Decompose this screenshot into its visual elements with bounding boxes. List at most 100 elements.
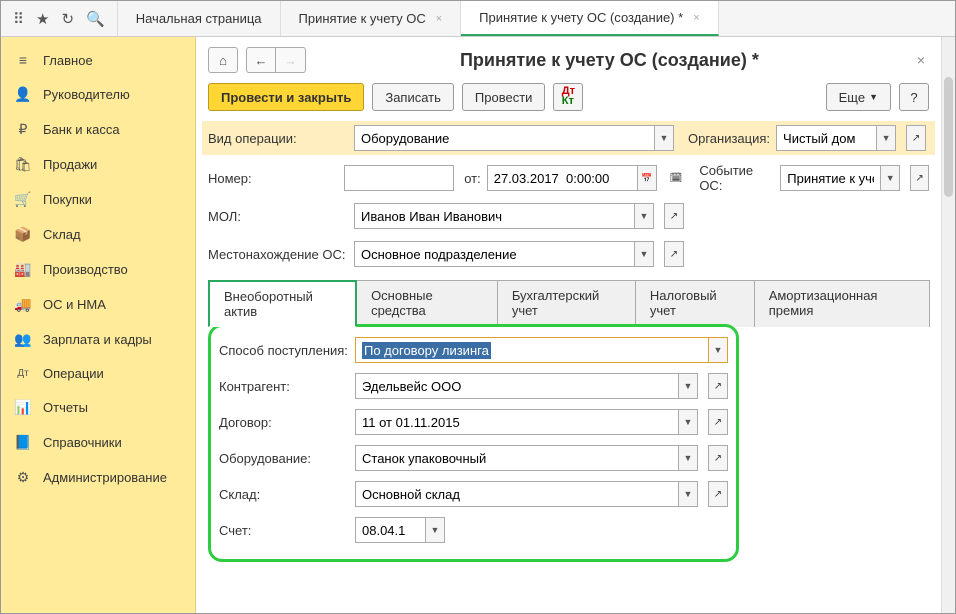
document-tabs: Начальная страница Принятие к учету ОС× …	[118, 1, 955, 36]
method-input[interactable]: По договору лизинга	[355, 337, 708, 363]
warehouse-input[interactable]	[355, 481, 678, 507]
sidebar-item-admin[interactable]: ⚙Администрирование	[1, 460, 195, 495]
vertical-scrollbar[interactable]	[941, 37, 955, 613]
sidebar: ≡Главное 👤Руководителю ₽Банк и касса 🛍Пр…	[1, 37, 196, 613]
open-ref-button[interactable]: ↗	[708, 373, 728, 399]
counterparty-label: Контрагент:	[219, 379, 349, 394]
sidebar-item-payroll[interactable]: 👥Зарплата и кадры	[1, 322, 195, 357]
mol-input[interactable]	[354, 203, 634, 229]
dropdown-icon[interactable]: ▼	[880, 165, 900, 191]
dropdown-icon[interactable]: ▼	[876, 125, 896, 151]
post-and-close-button[interactable]: Провести и закрыть	[208, 83, 364, 111]
gear-icon: ⚙	[15, 469, 31, 486]
help-button[interactable]: ?	[899, 83, 929, 111]
operation-type-label: Вид операции:	[208, 131, 348, 146]
dropdown-icon[interactable]: ▼	[678, 409, 698, 435]
close-icon[interactable]: ×	[436, 13, 442, 25]
dropdown-icon[interactable]: ▼	[634, 241, 654, 267]
organization-input[interactable]	[776, 125, 876, 151]
dropdown-icon[interactable]: ▼	[678, 481, 698, 507]
operation-type-input[interactable]	[354, 125, 654, 151]
open-ref-button[interactable]: ↗	[708, 445, 728, 471]
open-ref-button[interactable]: ↗	[708, 481, 728, 507]
warehouse-label: Склад:	[219, 487, 349, 502]
contract-input[interactable]	[355, 409, 678, 435]
location-label: Местонахождение ОС:	[208, 247, 348, 262]
number-input[interactable]	[344, 165, 454, 191]
dtkt-icon: Дт	[15, 368, 31, 379]
bag-icon: 🛍	[15, 156, 31, 173]
scrollbar-thumb[interactable]	[944, 77, 953, 197]
tab-noncurrent-asset[interactable]: Внеоборотный актив	[208, 280, 357, 327]
post-button[interactable]: Провести	[462, 83, 546, 111]
sidebar-item-catalogs[interactable]: 📘Справочники	[1, 425, 195, 460]
open-ref-button[interactable]: ↗	[664, 203, 684, 229]
dropdown-icon[interactable]: ▼	[678, 445, 698, 471]
save-button[interactable]: Записать	[372, 83, 454, 111]
dropdown-icon[interactable]: ▼	[708, 337, 728, 363]
location-input[interactable]	[354, 241, 634, 267]
from-label: от:	[464, 171, 481, 186]
sidebar-item-purchases[interactable]: 🛒Покупки	[1, 182, 195, 217]
account-input[interactable]	[355, 517, 425, 543]
apps-icon[interactable]: ⠿	[13, 10, 24, 28]
more-button[interactable]: Еще ▼	[826, 83, 891, 111]
number-label: Номер:	[208, 171, 338, 186]
tab-accounting[interactable]: Бухгалтерский учет	[497, 280, 636, 327]
organization-label: Организация:	[688, 131, 770, 146]
top-bar: ⠿ ★ ↻ 🔍 Начальная страница Принятие к уч…	[1, 1, 955, 37]
open-ref-button[interactable]: ↗	[708, 409, 728, 435]
calendar-extra-icon[interactable]: 🗓	[667, 165, 686, 191]
tab-fixed-assets[interactable]: Основные средства	[356, 280, 498, 327]
search-icon[interactable]: 🔍	[86, 10, 105, 28]
close-icon[interactable]: ×	[693, 12, 699, 24]
sidebar-item-main[interactable]: ≡Главное	[1, 43, 195, 77]
toolbar-icons: ⠿ ★ ↻ 🔍	[1, 1, 118, 36]
sidebar-item-production[interactable]: 🏭Производство	[1, 252, 195, 287]
dropdown-icon[interactable]: ▼	[634, 203, 654, 229]
cart-icon: 🛒	[15, 191, 31, 208]
back-button[interactable]: ←	[246, 47, 276, 73]
home-button[interactable]: ⌂	[208, 47, 238, 73]
chevron-down-icon: ▼	[869, 92, 878, 102]
equipment-input[interactable]	[355, 445, 678, 471]
star-icon[interactable]: ★	[36, 10, 49, 28]
tab-tax[interactable]: Налоговый учет	[635, 280, 755, 327]
sidebar-item-operations[interactable]: ДтОперации	[1, 357, 195, 390]
factory-icon: 🏭	[15, 261, 31, 278]
open-ref-button[interactable]: ↗	[664, 241, 684, 267]
calendar-icon[interactable]: 📅	[637, 165, 657, 191]
close-page-button[interactable]: ×	[913, 52, 929, 68]
chart-icon: 📊	[15, 399, 31, 416]
open-ref-button[interactable]: ↗	[906, 125, 926, 151]
sidebar-item-warehouse[interactable]: 📦Склад	[1, 217, 195, 252]
account-label: Счет:	[219, 523, 349, 538]
tab-doc-2-active[interactable]: Принятие к учету ОС (создание) *×	[461, 1, 718, 36]
dropdown-icon[interactable]: ▼	[654, 125, 674, 151]
history-icon[interactable]: ↻	[61, 10, 74, 28]
truck-icon: 🚚	[15, 296, 31, 313]
event-os-input[interactable]	[780, 165, 880, 191]
sidebar-item-reports[interactable]: 📊Отчеты	[1, 390, 195, 425]
sidebar-item-bank[interactable]: ₽Банк и касса	[1, 112, 195, 147]
ruble-icon: ₽	[15, 121, 31, 138]
dtkt-button[interactable]: ДтКт	[553, 83, 583, 111]
counterparty-input[interactable]	[355, 373, 678, 399]
date-input[interactable]	[487, 165, 637, 191]
event-os-label: Событие ОС:	[699, 163, 774, 193]
open-ref-button[interactable]: ↗	[910, 165, 929, 191]
sidebar-item-manager[interactable]: 👤Руководителю	[1, 77, 195, 112]
page-title: Принятие к учету ОС (создание) *	[314, 50, 905, 71]
people-icon: 👥	[15, 331, 31, 348]
forward-button: →	[276, 47, 306, 73]
user-icon: 👤	[15, 86, 31, 103]
contract-label: Договор:	[219, 415, 349, 430]
dropdown-icon[interactable]: ▼	[678, 373, 698, 399]
tab-home[interactable]: Начальная страница	[118, 1, 281, 36]
sidebar-item-os-nma[interactable]: 🚚ОС и НМА	[1, 287, 195, 322]
tab-doc-1[interactable]: Принятие к учету ОС×	[281, 1, 462, 36]
tab-amort-premium[interactable]: Амортизационная премия	[754, 280, 930, 327]
sidebar-item-sales[interactable]: 🛍Продажи	[1, 147, 195, 182]
book-icon: 📘	[15, 434, 31, 451]
dropdown-icon[interactable]: ▼	[425, 517, 445, 543]
